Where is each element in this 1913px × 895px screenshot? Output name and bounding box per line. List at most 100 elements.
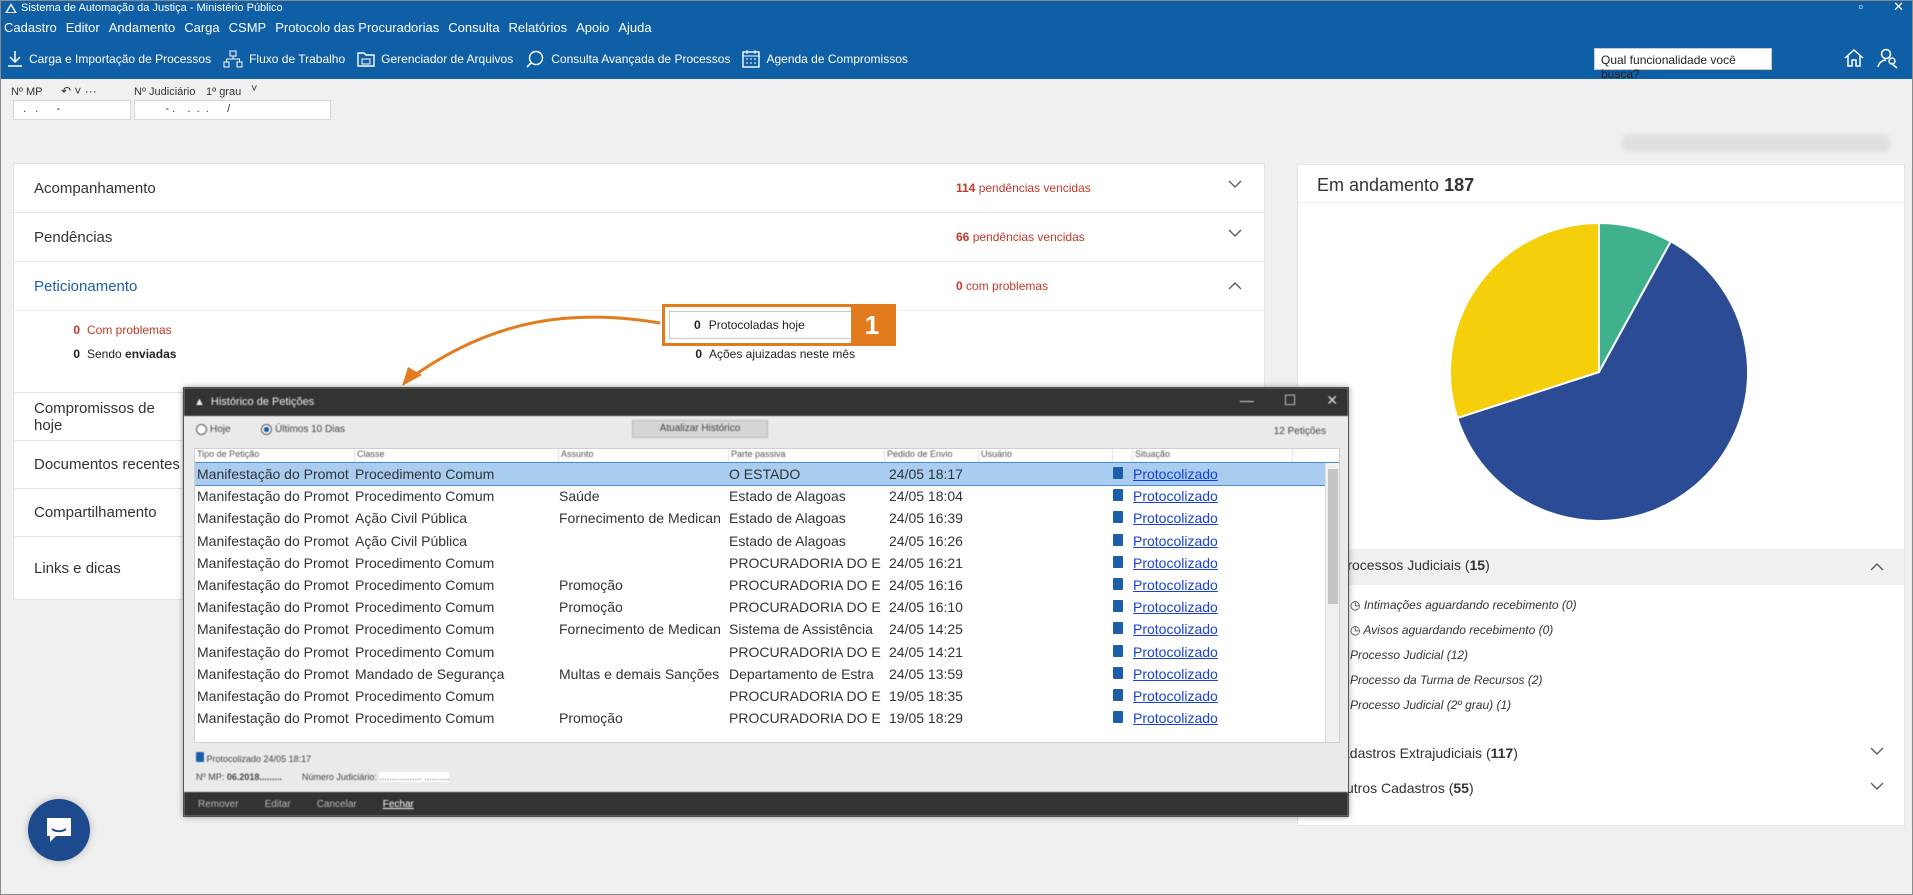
table-row[interactable]: Manifestação do Promot Procedimento Comum… <box>195 618 1339 640</box>
menu-ajuda[interactable]: Ajuda <box>618 20 651 35</box>
menu-relatorios[interactable]: Relatórios <box>509 20 568 35</box>
fechar-button[interactable]: Fechar <box>383 799 414 810</box>
table-cell: 19/05 18:29 <box>889 710 963 727</box>
mp-number-field[interactable]: . . - <box>13 100 131 120</box>
list-item[interactable]: Processo Judicial (12) <box>1350 648 1750 673</box>
maximize-icon[interactable]: ☐ <box>1284 392 1297 409</box>
acc-documentos[interactable]: Documentos recentes <box>13 440 183 488</box>
outros-cadastros-header[interactable]: utros Cadastros (55) <box>1298 780 1904 796</box>
selected-numbers: Nº MP: 06.2018......... Número Judiciári… <box>196 772 450 782</box>
table-row[interactable]: Manifestação do Promot Ação Civil Pública… <box>195 530 1339 552</box>
stat-acoes-ajuizadas[interactable]: 0 Ações ajuizadas neste mês <box>686 347 855 361</box>
close-window-icon[interactable]: ✕ <box>1893 1 1904 15</box>
table-row[interactable]: Manifestação do Promot Procedimento Comum… <box>195 552 1339 574</box>
tool-fluxo[interactable]: Fluxo de Trabalho <box>223 50 345 68</box>
menu-apoio[interactable]: Apoio <box>576 20 609 35</box>
situacao-link[interactable]: Protocolizado <box>1133 466 1293 482</box>
table-cell: Manifestação do Promot <box>197 643 349 660</box>
atualizar-historico-button[interactable]: Atualizar Histórico <box>632 420 768 438</box>
situacao-link[interactable]: Protocolizado <box>1133 555 1293 571</box>
menu-carga[interactable]: Carga <box>184 20 219 35</box>
acc-pendencias[interactable]: Pendências 66 pendências vencidas <box>13 212 1265 261</box>
menu-editor[interactable]: Editor <box>66 20 100 35</box>
proc-judiciais-header[interactable]: Processos Judiciais (15) <box>1298 549 1904 585</box>
radio-ultimos-10-dias[interactable]: Últimos 10 Dias <box>261 424 345 435</box>
table-row[interactable]: Manifestação do Promot Ação Civil Pública… <box>195 507 1339 529</box>
peticionamento-count: 0 <box>956 279 963 293</box>
table-row[interactable]: Manifestação do Promot Procedimento Comum… <box>195 461 1339 487</box>
cancelar-button[interactable]: Cancelar <box>317 799 357 810</box>
tool-agenda[interactable]: Agenda de Compromissos <box>742 50 908 68</box>
table-cell: Manifestação do Promot <box>197 687 349 704</box>
situacao-link[interactable]: Protocolizado <box>1133 688 1293 704</box>
stat-protocoladas-hoje[interactable]: 0 Protocoladas hoje <box>669 311 853 339</box>
restore-window-icon[interactable]: ▫ <box>1858 1 1863 15</box>
acc-links[interactable]: Links e dicas <box>13 536 183 600</box>
table-row[interactable]: Manifestação do Promot Procedimento Comum… <box>195 685 1339 707</box>
table-cell: Fornecimento de Medican <box>559 621 721 638</box>
table-cell: Departamento de Estra <box>729 665 874 682</box>
menu-csmp[interactable]: CSMP <box>229 20 267 35</box>
situacao-link[interactable]: Protocolizado <box>1133 599 1293 615</box>
feature-search-input[interactable]: Qual funcionalidade você busca? <box>1594 48 1772 81</box>
list-item[interactable]: Processo da Turma de Recursos (2) <box>1350 673 1750 698</box>
situacao-link[interactable]: Protocolizado <box>1133 577 1293 593</box>
acc-compartilhamento[interactable]: Compartilhamento <box>13 488 183 536</box>
situacao-link[interactable]: Protocolizado <box>1133 533 1293 549</box>
chevron-down-icon[interactable] <box>1870 747 1884 755</box>
menu-cadastro[interactable]: Cadastro <box>4 20 57 35</box>
situacao-link[interactable]: Protocolizado <box>1133 666 1293 682</box>
chevron-down-icon[interactable] <box>1870 782 1884 790</box>
proc-judiciais-list: ◷ Intimações aguardando recebimento (0) … <box>1350 598 1750 723</box>
table-row[interactable]: Manifestação do Promot Procedimento Comum… <box>195 574 1339 596</box>
close-icon[interactable]: ✕ <box>1326 392 1338 409</box>
table-cell: Procedimento Comum <box>355 599 495 616</box>
stat-com-problemas[interactable]: 0 Com problemas <box>64 323 171 337</box>
radio-hoje[interactable]: Hoje <box>196 424 231 435</box>
table-row[interactable]: Manifestação do Promot Procedimento Comum… <box>195 641 1339 663</box>
pendencias-title: Pendências <box>34 228 113 246</box>
situacao-link[interactable]: Protocolizado <box>1133 488 1293 504</box>
situacao-link[interactable]: Protocolizado <box>1133 510 1293 526</box>
menu-consulta[interactable]: Consulta <box>448 20 499 35</box>
list-item[interactable]: ◷ Avisos aguardando recebimento (0) <box>1350 623 1750 648</box>
list-item[interactable]: Processo Judicial (2º grau) (1) <box>1350 698 1750 723</box>
judicial-number-field[interactable]: - . . . . / <box>134 100 331 120</box>
table-row[interactable]: Manifestação do Promot Mandado de Seguran… <box>195 663 1339 685</box>
table-cell: Promoção <box>559 577 623 594</box>
editar-button[interactable]: Editar <box>265 799 291 810</box>
table-cell: 24/05 18:17 <box>889 466 963 483</box>
table-row[interactable]: Manifestação do Promot Procedimento Comum… <box>195 707 1339 729</box>
list-item[interactable]: ◷ Intimações aguardando recebimento (0) <box>1350 598 1750 623</box>
situacao-link[interactable]: Protocolizado <box>1133 644 1293 660</box>
minimize-icon[interactable]: — <box>1240 392 1254 409</box>
chevron-down-icon[interactable] <box>1228 180 1242 188</box>
undo-icon[interactable]: ↶ ˅ ··· <box>61 84 97 98</box>
user-search-icon[interactable] <box>1877 47 1899 69</box>
chevron-down-icon[interactable] <box>1228 229 1242 237</box>
acc-compromissos[interactable]: Compromissos de hoje <box>13 392 183 440</box>
remover-button[interactable]: Remover <box>198 799 239 810</box>
chevron-up-icon[interactable] <box>1870 563 1884 571</box>
tool-consulta-avancada[interactable]: Consulta Avançada de Processos <box>525 50 730 68</box>
tool-carga[interactable]: Carga e Importação de Processos <box>7 50 211 68</box>
stat-sendo-enviadas[interactable]: 0 Sendo enviadas <box>64 347 176 361</box>
grade-select[interactable]: 1º grau <box>206 86 241 98</box>
chevron-up-icon[interactable] <box>1228 282 1242 290</box>
cad-extra-header[interactable]: adastros Extrajudiciais (117) <box>1298 745 1904 761</box>
menu-protocolo[interactable]: Protocolo das Procuradorias <box>275 20 439 35</box>
chat-button[interactable] <box>28 799 90 861</box>
table-row[interactable]: Manifestação do Promot Procedimento Comum… <box>195 485 1339 507</box>
situacao-link[interactable]: Protocolizado <box>1133 710 1293 726</box>
menu-andamento[interactable]: Andamento <box>109 20 176 35</box>
chevron-down-icon[interactable]: ˅ <box>251 83 257 95</box>
table-cell: Procedimento Comum <box>355 577 495 594</box>
home-icon[interactable] <box>1843 47 1865 69</box>
tool-gerenciador[interactable]: Gerenciador de Arquivos <box>357 50 513 68</box>
acc-acompanhamento[interactable]: Acompanhamento 114 pendências vencidas <box>13 163 1265 212</box>
table-row[interactable]: Manifestação do Promot Procedimento Comum… <box>195 596 1339 618</box>
situacao-link[interactable]: Protocolizado <box>1133 621 1293 637</box>
document-icon <box>1113 533 1123 546</box>
table-cell: Procedimento Comum <box>355 466 495 483</box>
table-scrollbar[interactable] <box>1325 463 1339 742</box>
